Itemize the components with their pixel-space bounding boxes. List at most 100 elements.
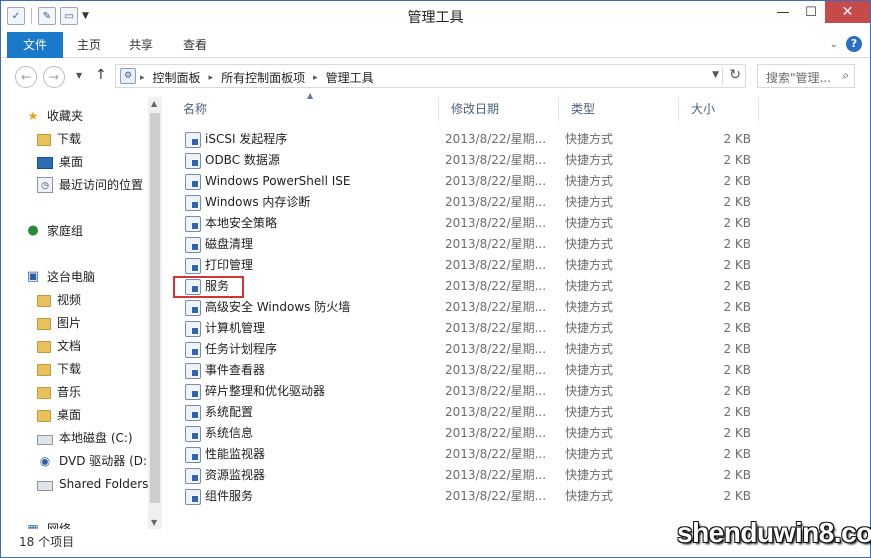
file-name: 组件服务 [205,489,254,503]
recent-locations-dropdown-icon[interactable]: ▼ [76,71,82,80]
file-size: 2 KB [723,447,751,461]
column-header-type[interactable]: 类型 [559,97,679,121]
file-date: 2013/8/22/星期... [445,426,547,440]
tab-view[interactable]: 查看 [173,32,217,58]
table-row[interactable]: 磁盘清理 2013/8/22/星期... 快捷方式 2 KB [171,234,870,255]
nav-item-pictures[interactable]: 图片 [37,313,81,333]
nav-item-music[interactable]: 音乐 [37,382,81,402]
table-row[interactable]: 组件服务 2013/8/22/星期... 快捷方式 2 KB [171,486,870,507]
nav-item-documents[interactable]: 文档 [37,336,81,356]
file-name-cell[interactable]: Windows 内存诊断 [185,192,310,213]
nav-item-favorites[interactable]: ★ 收藏夹 [25,106,83,126]
table-row[interactable]: 系统配置 2013/8/22/星期... 快捷方式 2 KB [171,402,870,423]
table-row[interactable]: 计算机管理 2013/8/22/星期... 快捷方式 2 KB [171,318,870,339]
file-size: 2 KB [723,384,751,398]
file-name-cell[interactable]: 性能监视器 [185,444,265,465]
tab-share[interactable]: 共享 [119,32,163,58]
column-header-size[interactable]: 大小 [679,97,759,121]
help-icon[interactable]: ? [846,36,862,52]
file-date: 2013/8/22/星期... [445,216,547,230]
table-row[interactable]: 高级安全 Windows 防火墙 2013/8/22/星期... 快捷方式 2 KB [171,297,870,318]
navigation-bar: ← → ▼ ↑ ⚙ ▸ 控制面板 ▸ 所有控制面板项 ▸ 管理工具 ▼ ↻ 搜索… [1,58,870,94]
file-size: 2 KB [723,468,751,482]
breadcrumb-item[interactable]: 所有控制面板项 [221,69,305,86]
file-name-cell[interactable]: Windows PowerShell ISE [185,171,351,192]
expand-ribbon-chevron-icon[interactable]: ⌄ [830,39,838,50]
address-divider [722,67,723,85]
table-row[interactable]: 性能监视器 2013/8/22/星期... 快捷方式 2 KB [171,444,870,465]
file-type: 快捷方式 [565,258,614,272]
table-row[interactable]: iSCSI 发起程序 2013/8/22/星期... 快捷方式 2 KB [171,129,870,150]
file-name-cell[interactable]: 系统信息 [185,423,253,444]
nav-item-downloads[interactable]: 下载 [37,129,81,149]
scroll-up-icon[interactable]: ▲ [151,99,157,108]
file-name-cell[interactable]: 打印管理 [185,255,253,276]
nav-pane-scrollbar[interactable]: ▲ ▼ [148,97,162,529]
nav-item-label: 桌面 [57,408,82,422]
breadcrumb-item[interactable]: 控制面板 [153,69,201,86]
network-icon: ▦ [27,522,39,529]
scrollbar-thumb[interactable] [150,113,160,503]
file-name-cell[interactable]: 碎片整理和优化驱动器 [185,381,325,402]
table-row[interactable]: 本地安全策略 2013/8/22/星期... 快捷方式 2 KB [171,213,870,234]
search-icon[interactable]: ⌕ [842,68,849,83]
column-header-name[interactable]: 名称 [171,97,439,121]
table-row[interactable]: 碎片整理和优化驱动器 2013/8/22/星期... 快捷方式 2 KB [171,381,870,402]
nav-item-desktop-pc[interactable]: 桌面 [37,405,81,425]
nav-item-this-pc[interactable]: ▣ 这台电脑 [25,267,95,287]
maximize-button[interactable]: ☐ [797,1,825,23]
nav-item-recent-places[interactable]: ◷ 最近访问的位置 [37,175,143,195]
table-row[interactable]: 系统信息 2013/8/22/星期... 快捷方式 2 KB [171,423,870,444]
column-header-date[interactable]: 修改日期 [439,97,559,121]
nav-item-downloads-pc[interactable]: 下载 [37,359,81,379]
file-size: 2 KB [723,195,751,209]
nav-item-dvd-drive[interactable]: ◉ DVD 驱动器 (D:) [37,451,148,471]
nav-item-network[interactable]: ▦ 网络 [25,519,71,529]
breadcrumb-chevron-icon[interactable]: ▸ [313,73,318,83]
homegroup-icon: ● [27,223,39,238]
minimize-button[interactable]: — [769,1,797,23]
tab-file[interactable]: 文件 [7,32,63,58]
nav-item-videos[interactable]: 视频 [37,290,81,310]
file-name-cell[interactable]: 磁盘清理 [185,234,253,255]
table-row[interactable]: 打印管理 2013/8/22/星期... 快捷方式 2 KB [171,255,870,276]
scroll-down-icon[interactable]: ▼ [151,518,157,527]
table-row[interactable]: Windows PowerShell ISE 2013/8/22/星期... 快捷方… [171,171,870,192]
table-row[interactable]: 任务计划程序 2013/8/22/星期... 快捷方式 2 KB [171,339,870,360]
address-history-dropdown-icon[interactable]: ▼ [712,70,719,80]
nav-item-desktop[interactable]: 桌面 [37,152,83,172]
search-input[interactable]: 搜索"管理... ⌕ [757,64,855,88]
tab-home[interactable]: 主页 [67,32,111,58]
nav-item-local-disk[interactable]: 本地磁盘 (C:) [37,428,133,448]
table-row[interactable]: 事件查看器 2013/8/22/星期... 快捷方式 2 KB [171,360,870,381]
file-name-cell[interactable]: iSCSI 发起程序 [185,129,287,150]
table-row[interactable]: ODBC 数据源 2013/8/22/星期... 快捷方式 2 KB [171,150,870,171]
file-name-cell[interactable]: ODBC 数据源 [185,150,280,171]
address-bar[interactable]: ⚙ ▸ 控制面板 ▸ 所有控制面板项 ▸ 管理工具 ▼ ↻ [115,64,746,88]
breadcrumb-chevron-icon[interactable]: ▸ [140,73,145,83]
nav-item-homegroup[interactable]: ● 家庭组 [25,221,83,241]
file-name-cell[interactable]: 事件查看器 [185,360,265,381]
back-button[interactable]: ← [15,66,37,88]
nav-item-label: 这台电脑 [47,270,96,284]
shortcut-icon [185,362,201,379]
table-row[interactable]: 服务 2013/8/22/星期... 快捷方式 2 KB [171,276,870,297]
up-one-level-button[interactable]: ↑ [95,67,107,83]
file-name-cell[interactable]: 组件服务 [185,486,253,507]
breadcrumb-chevron-icon[interactable]: ▸ [209,73,214,83]
close-button[interactable]: ✕ [825,1,870,23]
ribbon-right-controls: ⌄ ? [830,36,862,52]
table-row[interactable]: 资源监视器 2013/8/22/星期... 快捷方式 2 KB [171,465,870,486]
desktop-folder-icon [37,410,51,422]
file-name-cell[interactable]: 本地安全策略 [185,213,277,234]
file-name-cell[interactable]: 任务计划程序 [185,339,277,360]
file-name-cell[interactable]: 资源监视器 [185,465,265,486]
file-name-cell[interactable]: 计算机管理 [185,318,265,339]
breadcrumb-item[interactable]: 管理工具 [326,69,374,86]
forward-button[interactable]: → [43,66,65,88]
file-name-cell[interactable]: 系统配置 [185,402,253,423]
table-row[interactable]: Windows 内存诊断 2013/8/22/星期... 快捷方式 2 KB [171,192,870,213]
refresh-icon[interactable]: ↻ [729,67,741,83]
nav-item-shared-folders[interactable]: Shared Folders [37,474,148,494]
file-name-cell[interactable]: 高级安全 Windows 防火墙 [185,297,350,318]
